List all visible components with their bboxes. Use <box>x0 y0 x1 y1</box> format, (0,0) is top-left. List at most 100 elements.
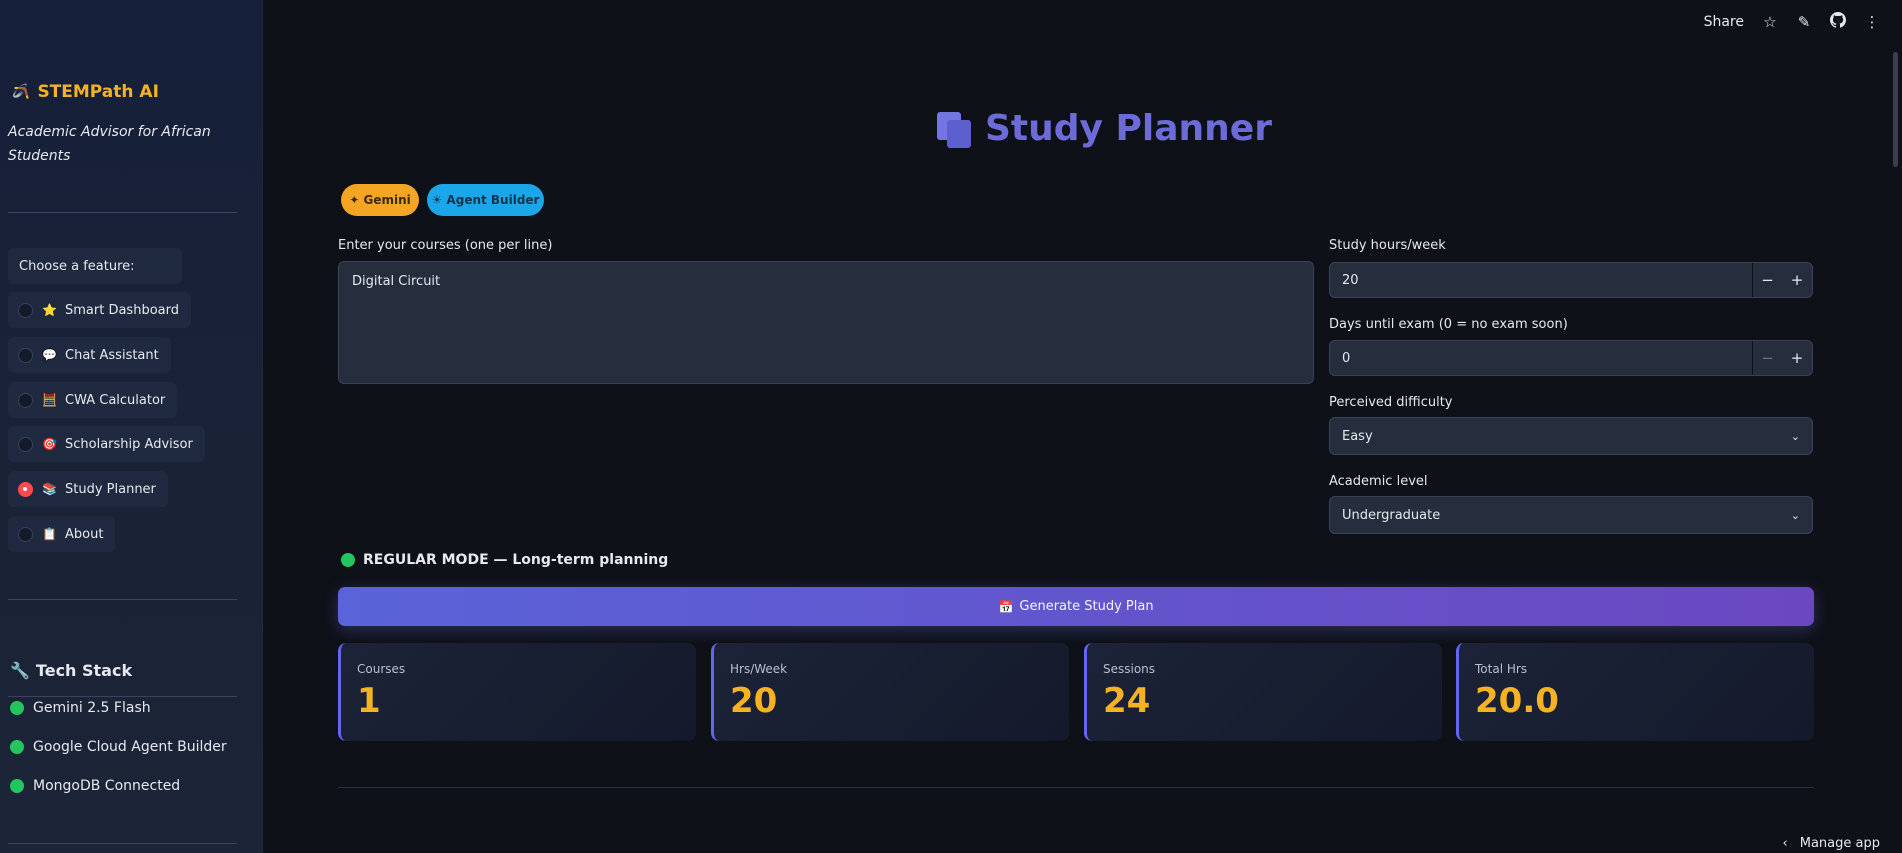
sidebar-divider <box>8 212 237 213</box>
metric-card-hours-week: Hrs/Week 20 <box>711 643 1069 741</box>
chevron-down-icon: ⌄ <box>1790 508 1800 522</box>
agent-builder-badge: ☀ Agent Builder <box>427 184 544 216</box>
radio-button[interactable] <box>18 392 33 408</box>
difficulty-label: Perceived difficulty <box>1329 395 1453 410</box>
status-dot-icon <box>10 740 24 754</box>
metric-value: 1 <box>357 681 381 721</box>
sidebar-item-study-planner[interactable]: 📚 Study Planner <box>8 471 168 507</box>
difficulty-value: Easy <box>1342 428 1373 444</box>
status-dot-icon <box>10 701 24 715</box>
plus-icon[interactable]: + <box>1782 263 1812 297</box>
radio-button-selected[interactable] <box>18 481 33 497</box>
radio-button[interactable] <box>18 347 33 363</box>
metric-label: Hrs/Week <box>730 662 788 676</box>
edit-icon[interactable]: ✎ <box>1796 13 1812 31</box>
topbar: Share ☆ ✎ ⋮ <box>1704 12 1880 32</box>
brand: 🪃 STEMPath AI <box>12 82 159 102</box>
sidebar-item-label: About <box>65 526 104 542</box>
clipboard-icon: 📋 <box>42 527 57 541</box>
speech-bubble-icon: 💬 <box>42 348 57 362</box>
chevron-down-icon: ⌄ <box>1790 429 1800 443</box>
manage-app-label: Manage app <box>1799 836 1880 851</box>
generate-study-plan-button[interactable]: 📅 Generate Study Plan <box>338 587 1814 626</box>
manage-app-button[interactable]: ‹ Manage app <box>1783 836 1880 851</box>
page-title-text: Study Planner <box>985 108 1272 149</box>
minus-icon[interactable]: − <box>1752 263 1782 297</box>
tech-item-label: Gemini 2.5 Flash <box>33 700 151 716</box>
chevron-left-icon: ‹ <box>1782 836 1788 851</box>
mode-indicator: REGULAR MODE — Long-term planning <box>341 552 668 568</box>
star-icon: ⭐ <box>42 303 57 317</box>
calendar-icon: 📅 <box>998 599 1014 614</box>
metric-value: 24 <box>1103 681 1151 721</box>
abacus-icon: 🧮 <box>42 393 57 407</box>
courses-label: Enter your courses (one per line) <box>338 238 553 253</box>
tech-item: Google Cloud Agent Builder <box>10 739 227 755</box>
mode-text: REGULAR MODE — Long-term planning <box>363 552 669 568</box>
metric-label: Courses <box>357 662 406 676</box>
sidebar-divider <box>8 599 237 600</box>
level-label: Academic level <box>1329 474 1428 489</box>
plus-icon[interactable]: + <box>1782 341 1812 375</box>
boomerang-icon: 🪃 <box>12 84 30 100</box>
radio-button[interactable] <box>18 302 33 318</box>
share-button[interactable]: Share <box>1704 14 1744 30</box>
hours-stepper[interactable]: 20 − + <box>1329 262 1813 298</box>
books-icon: 📚 <box>42 482 57 496</box>
hours-label: Study hours/week <box>1329 238 1446 253</box>
generate-label: Generate Study Plan <box>1019 599 1154 614</box>
sidebar-divider <box>8 843 237 844</box>
status-dot-icon <box>341 553 355 567</box>
books-icon <box>935 110 973 148</box>
star-icon[interactable]: ☆ <box>1762 13 1778 31</box>
level-select[interactable]: Undergraduate ⌄ <box>1329 496 1813 534</box>
level-value: Undergraduate <box>1342 507 1441 523</box>
brand-title: STEMPath AI <box>37 82 159 102</box>
tech-stack-title: Tech Stack <box>35 661 133 680</box>
status-dot-icon <box>10 779 24 793</box>
sidebar-item-smart-dashboard[interactable]: ⭐ Smart Dashboard <box>8 292 191 328</box>
sidebar-item-label: CWA Calculator <box>65 392 166 408</box>
sidebar-item-label: Smart Dashboard <box>65 302 179 318</box>
radio-button[interactable] <box>18 436 33 452</box>
brand-tagline: Academic Advisor for African Students <box>8 124 211 164</box>
github-icon[interactable] <box>1830 12 1847 32</box>
sidebar-item-scholarship-advisor[interactable]: 🎯 Scholarship Advisor <box>8 426 205 462</box>
wrench-icon: 🔧 <box>10 661 30 680</box>
sidebar-item-label: Scholarship Advisor <box>65 436 193 452</box>
tech-item: MongoDB Connected <box>10 778 180 794</box>
metric-value: 20 <box>730 681 778 721</box>
more-icon[interactable]: ⋮ <box>1864 13 1880 31</box>
sidebar-item-chat-assistant[interactable]: 💬 Chat Assistant <box>8 337 171 373</box>
sidebar-item-label: Study Planner <box>65 481 156 497</box>
metric-value: 20.0 <box>1475 681 1559 721</box>
sidebar: 🪃 STEMPath AI Academic Advisor for Afric… <box>0 0 263 853</box>
metric-label: Total Hrs <box>1475 662 1528 676</box>
metric-card-total-hours: Total Hrs 20.0 <box>1456 643 1814 741</box>
scrollbar[interactable] <box>1893 52 1898 167</box>
courses-textarea[interactable]: Digital Circuit <box>338 261 1314 384</box>
page-title: Study Planner <box>935 108 1272 149</box>
sidebar-item-cwa-calculator[interactable]: 🧮 CWA Calculator <box>8 382 178 418</box>
tech-stack-heading: 🔧 Tech Stack <box>10 661 132 680</box>
metric-card-sessions: Sessions 24 <box>1084 643 1442 741</box>
sidebar-item-label: Chat Assistant <box>65 347 159 363</box>
content-divider <box>338 787 1814 788</box>
feature-label: Choose a feature: <box>8 248 182 284</box>
days-stepper[interactable]: 0 − + <box>1329 340 1813 376</box>
tech-item-label: Google Cloud Agent Builder <box>33 739 227 755</box>
metric-card-courses: Courses 1 <box>338 643 696 741</box>
days-label: Days until exam (0 = no exam soon) <box>1329 317 1568 332</box>
radio-button[interactable] <box>18 526 33 542</box>
tech-item-label: MongoDB Connected <box>33 778 181 794</box>
tech-item: Gemini 2.5 Flash <box>10 700 151 716</box>
minus-icon[interactable]: − <box>1752 341 1782 375</box>
gemini-badge: ✦ Gemini <box>341 184 419 216</box>
days-input[interactable]: 0 <box>1330 341 1752 375</box>
target-icon: 🎯 <box>42 437 57 451</box>
metric-label: Sessions <box>1103 662 1156 676</box>
hours-input[interactable]: 20 <box>1330 263 1752 297</box>
sidebar-divider <box>8 696 237 697</box>
difficulty-select[interactable]: Easy ⌄ <box>1329 417 1813 455</box>
sidebar-item-about[interactable]: 📋 About <box>8 516 116 552</box>
